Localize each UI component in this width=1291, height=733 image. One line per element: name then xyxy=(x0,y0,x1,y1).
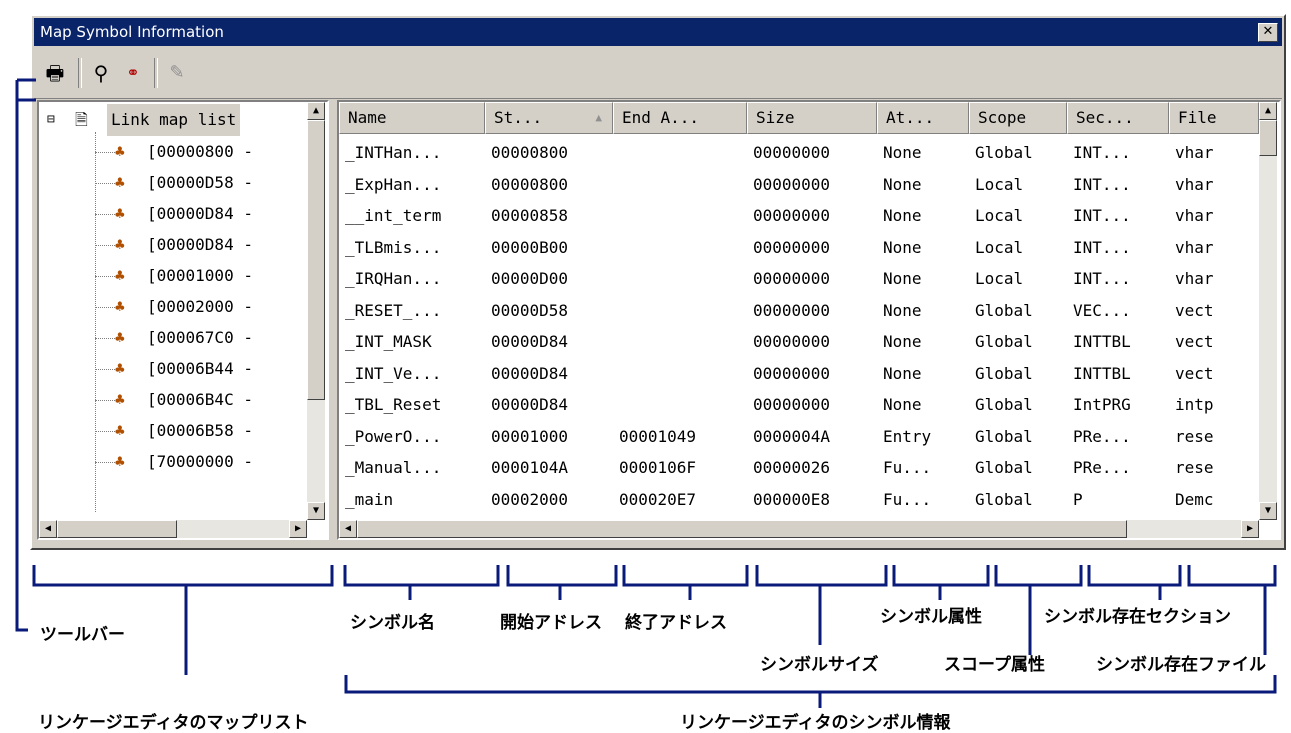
symbol-name-annotation: シンボル名 xyxy=(350,613,435,633)
end-address-annotation: 終了アドレス xyxy=(625,613,727,633)
symbol-attr-annotation: シンボル属性 xyxy=(880,607,982,627)
map-list-annotation: リンケージエディタのマップリスト xyxy=(38,713,309,733)
symbol-file-annotation: シンボル存在ファイル xyxy=(1096,655,1266,675)
start-address-annotation: 開始アドレス xyxy=(500,613,602,633)
symbol-section-annotation: シンボル存在セクション xyxy=(1044,607,1231,627)
scope-attr-annotation: スコープ属性 xyxy=(944,655,1045,675)
toolbar-annotation: ツールバー xyxy=(40,625,125,645)
symbol-size-annotation: シンボルサイズ xyxy=(760,655,879,675)
symbol-info-annotation: リンケージエディタのシンボル情報 xyxy=(680,713,951,733)
